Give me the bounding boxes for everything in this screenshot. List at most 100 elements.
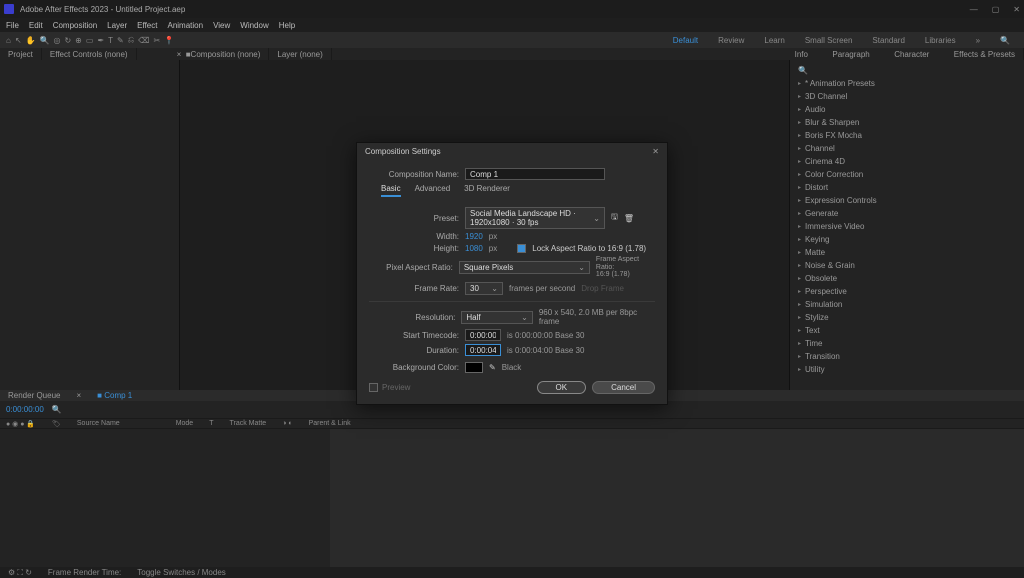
preset-select[interactable]: Social Media Landscape HD · 1920x1080 · … — [465, 207, 605, 229]
minimize-icon[interactable]: — — [970, 5, 978, 14]
search-icon[interactable]: 🔍 — [992, 36, 1018, 45]
close-icon[interactable]: ✕ — [652, 147, 659, 156]
col-source[interactable]: Source Name — [77, 420, 120, 427]
current-timecode[interactable]: 0:00:00:00 — [6, 405, 44, 414]
menu-edit[interactable]: Edit — [29, 21, 43, 30]
eyedropper-icon[interactable]: ✎ — [489, 363, 496, 372]
search-icon[interactable]: 🔍 — [52, 405, 62, 414]
effect-cat[interactable]: Simulation — [790, 298, 1024, 311]
effect-cat[interactable]: Perspective — [790, 285, 1024, 298]
delete-preset-icon[interactable]: 🗑 — [624, 214, 634, 223]
workspace-libraries[interactable]: Libraries — [917, 36, 964, 45]
width-value[interactable]: 1920 — [465, 232, 483, 241]
menu-window[interactable]: Window — [240, 21, 268, 30]
tab-character[interactable]: Character — [894, 50, 929, 59]
duration-input[interactable] — [465, 344, 501, 356]
effect-cat[interactable]: Blur & Sharpen — [790, 116, 1024, 129]
dialog-tabs: Basic Advanced 3D Renderer — [381, 184, 655, 197]
effect-cat[interactable]: Expression Controls — [790, 194, 1024, 207]
effect-cat[interactable]: Distort — [790, 181, 1024, 194]
effect-cat[interactable]: * Animation Presets — [790, 77, 1024, 90]
effect-cat[interactable]: Cinema 4D — [790, 155, 1024, 168]
width-label: Width: — [369, 232, 459, 241]
effect-cat[interactable]: Generate — [790, 207, 1024, 220]
tab-effects-presets[interactable]: Effects & Presets — [954, 50, 1015, 59]
workspace-learn[interactable]: Learn — [756, 36, 792, 45]
lock-aspect-checkbox[interactable] — [517, 244, 526, 253]
resolution-select[interactable]: Half — [461, 311, 532, 324]
effect-cat[interactable]: 3D Channel — [790, 90, 1024, 103]
tab-comp1[interactable]: ■ Comp 1 — [97, 391, 132, 400]
effect-cat[interactable]: Obsolete — [790, 272, 1024, 285]
pen-tool-icon[interactable]: ✒ — [97, 36, 104, 45]
effect-cat[interactable]: Text — [790, 324, 1024, 337]
ok-button[interactable]: OK — [537, 381, 587, 394]
effect-cat[interactable]: Matte — [790, 246, 1024, 259]
comp-name-label: Composition Name: — [369, 170, 459, 179]
effect-cat[interactable]: Color Correction — [790, 168, 1024, 181]
effect-cat[interactable]: Audio — [790, 103, 1024, 116]
tab-paragraph[interactable]: Paragraph — [832, 50, 869, 59]
bgcolor-swatch[interactable] — [465, 362, 483, 373]
col-t[interactable]: T — [209, 420, 213, 427]
orbit-tool-icon[interactable]: ◎ — [53, 36, 60, 45]
effect-cat[interactable]: Boris FX Mocha — [790, 129, 1024, 142]
menu-composition[interactable]: Composition — [53, 21, 97, 30]
workspace-smallscreen[interactable]: Small Screen — [797, 36, 861, 45]
close-icon[interactable]: ✕ — [1013, 5, 1020, 14]
tab-effect-controls[interactable]: Effect Controls (none) — [42, 48, 137, 60]
tab-basic[interactable]: Basic — [381, 184, 401, 197]
menu-layer[interactable]: Layer — [107, 21, 127, 30]
menu-effect[interactable]: Effect — [137, 21, 157, 30]
brush-tool-icon[interactable]: ✎ — [117, 36, 124, 45]
rotate-tool-icon[interactable]: ↻ — [64, 36, 71, 45]
selection-tool-icon[interactable]: ↖ — [15, 36, 22, 45]
col-mode[interactable]: Mode — [176, 420, 194, 427]
effect-cat[interactable]: Utility — [790, 363, 1024, 376]
col-trackmatte[interactable]: Track Matte — [229, 420, 266, 427]
panbehind-tool-icon[interactable]: ⊕ — [75, 36, 82, 45]
menu-help[interactable]: Help — [279, 21, 295, 30]
effect-cat[interactable]: Stylize — [790, 311, 1024, 324]
save-preset-icon[interactable]: 🖫 — [611, 211, 618, 225]
comp-name-input[interactable] — [465, 168, 605, 180]
workspace-standard[interactable]: Standard — [864, 36, 912, 45]
effect-cat[interactable]: Transition — [790, 350, 1024, 363]
rect-tool-icon[interactable]: ▭ — [86, 36, 94, 45]
tab-advanced[interactable]: Advanced — [415, 184, 451, 197]
framerate-select[interactable]: 30 — [465, 282, 503, 295]
roto-tool-icon[interactable]: ✂ — [153, 36, 160, 45]
framerate-label: Frame Rate: — [369, 284, 459, 293]
effect-cat[interactable]: Keying — [790, 233, 1024, 246]
eraser-tool-icon[interactable]: ⌫ — [138, 36, 149, 45]
tab-info[interactable]: Info — [795, 50, 808, 59]
puppet-tool-icon[interactable]: 📍 — [164, 36, 174, 45]
effect-cat[interactable]: Time — [790, 337, 1024, 350]
menu-view[interactable]: View — [213, 21, 230, 30]
menu-animation[interactable]: Animation — [167, 21, 203, 30]
title-bar: Adobe After Effects 2023 - Untitled Proj… — [0, 0, 1024, 18]
start-timecode-input[interactable] — [465, 329, 501, 341]
menu-file[interactable]: File — [6, 21, 19, 30]
workspace-default[interactable]: Default — [665, 36, 706, 45]
workspace-more[interactable]: » — [968, 36, 988, 45]
par-select[interactable]: Square Pixels — [459, 261, 590, 274]
height-value[interactable]: 1080 — [465, 244, 483, 253]
tab-3d-renderer[interactable]: 3D Renderer — [464, 184, 510, 197]
tab-render-queue[interactable]: Render Queue — [8, 391, 60, 400]
col-parent[interactable]: Parent & Link — [309, 420, 351, 427]
maximize-icon[interactable]: ▢ — [992, 5, 1000, 14]
tab-composition[interactable]: × ■ Composition (none) — [169, 48, 270, 60]
tab-project[interactable]: Project — [0, 48, 42, 60]
tab-layer[interactable]: Layer (none) — [269, 48, 331, 60]
workspace-review[interactable]: Review — [710, 36, 752, 45]
cancel-button[interactable]: Cancel — [592, 381, 655, 394]
home-icon[interactable]: ⌂ — [6, 36, 11, 45]
text-tool-icon[interactable]: T — [108, 36, 113, 45]
stamp-tool-icon[interactable]: ⎌ — [128, 35, 134, 45]
effect-cat[interactable]: Immersive Video — [790, 220, 1024, 233]
zoom-tool-icon[interactable]: 🔍 — [40, 36, 50, 45]
hand-tool-icon[interactable]: ✋ — [26, 36, 36, 45]
effect-cat[interactable]: Noise & Grain — [790, 259, 1024, 272]
effect-cat[interactable]: Channel — [790, 142, 1024, 155]
